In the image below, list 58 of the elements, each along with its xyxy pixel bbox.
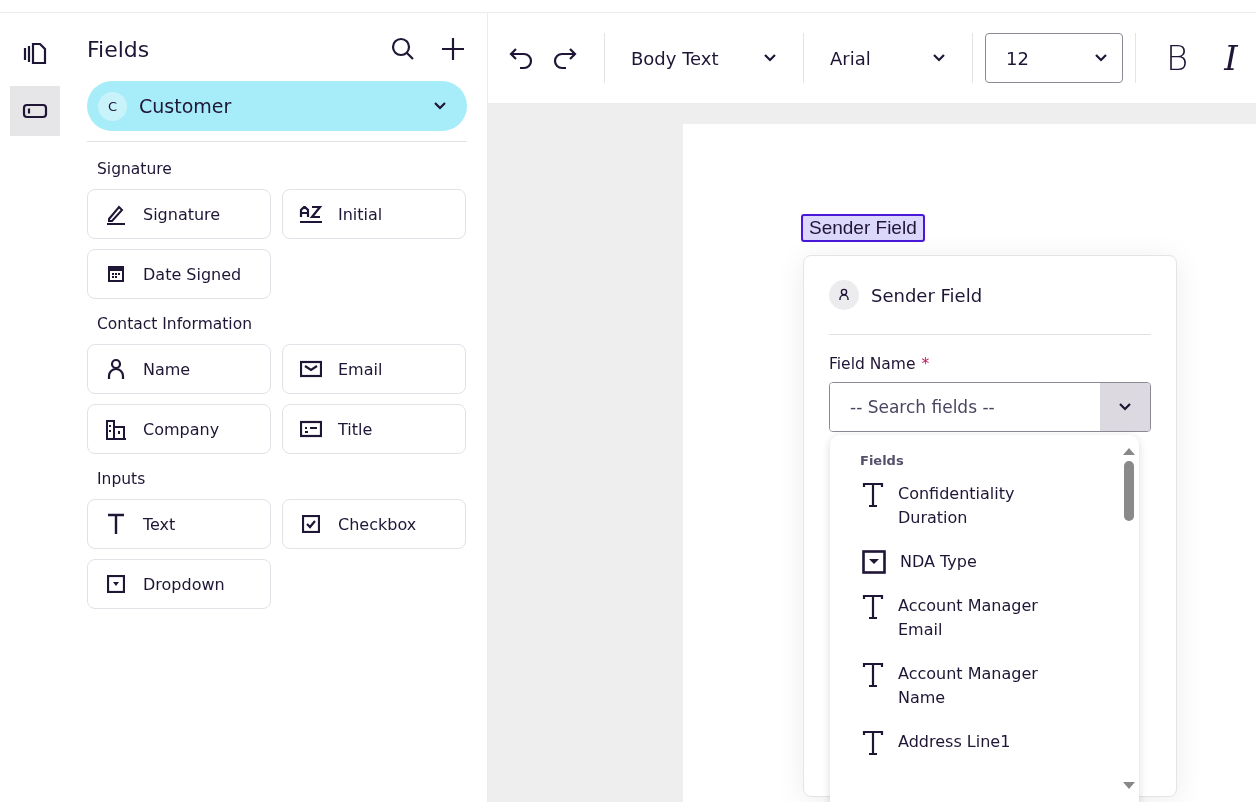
mail-icon	[299, 360, 322, 378]
dropdown-icon	[106, 575, 125, 593]
search-field[interactable]: -- Search fields --	[829, 382, 1151, 432]
field-item[interactable]: Checkbox	[282, 499, 466, 549]
field-item[interactable]: Dropdown	[87, 559, 271, 609]
font-select[interactable]: Arial	[816, 47, 960, 69]
section-title: Signature	[96, 160, 173, 178]
section-title: Inputs	[96, 470, 147, 488]
text-icon	[862, 730, 884, 756]
person-icon	[829, 280, 859, 310]
dropdown-icon	[862, 550, 886, 574]
italic-button[interactable]: I	[1206, 38, 1256, 78]
font-size-select[interactable]: 12	[985, 33, 1123, 83]
calendar-icon	[106, 265, 125, 283]
recipient-dropdown[interactable]: C Customer	[87, 81, 467, 131]
field-item[interactable]: Text	[87, 499, 271, 549]
popover-title: Sender Field	[871, 284, 983, 306]
list-option[interactable]: Confidentiality Duration	[830, 482, 1139, 530]
scroll-down-icon[interactable]	[1123, 782, 1135, 790]
id-card-icon	[299, 420, 322, 438]
required-mark: *	[921, 355, 930, 373]
text-icon	[862, 594, 884, 620]
text-icon	[862, 662, 884, 688]
field-item[interactable]: Initial	[282, 189, 466, 239]
field-item[interactable]: Name	[87, 344, 271, 394]
add-icon[interactable]	[439, 35, 467, 63]
az-icon	[298, 203, 323, 225]
section-title: Contact Information	[96, 315, 253, 333]
panel-title: Fields	[87, 36, 151, 62]
chevron-icon	[433, 101, 447, 111]
field-item[interactable]: Email	[282, 344, 466, 394]
sender-field-tag[interactable]: Sender Field	[801, 214, 925, 242]
field-item[interactable]: Date Signed	[87, 249, 271, 299]
recipient-avatar: C	[98, 91, 127, 121]
list-option[interactable]: Account Manager Name	[830, 662, 1139, 710]
style-select[interactable]: Body Text	[617, 47, 791, 69]
person-icon	[106, 358, 125, 380]
scrollbar-thumb[interactable]	[1124, 461, 1134, 521]
field-label: Field Name	[829, 355, 916, 373]
chevron-icon	[1094, 53, 1108, 63]
field-item[interactable]: Title	[282, 404, 466, 454]
chevron-icon	[932, 53, 946, 63]
text-icon	[105, 513, 126, 535]
building-icon	[104, 418, 127, 440]
list-heading: Fields	[859, 453, 905, 468]
list-option[interactable]: Address Line1	[830, 730, 1139, 756]
field-icon[interactable]	[10, 86, 60, 136]
field-item[interactable]: Company	[87, 404, 271, 454]
scroll-up-icon[interactable]	[1123, 447, 1135, 455]
text-icon	[862, 482, 884, 508]
field-item[interactable]: Signature	[87, 189, 271, 239]
bold-button[interactable]: B	[1148, 38, 1207, 78]
list-option[interactable]: Account Manager Email	[830, 594, 1139, 642]
pen-icon	[104, 203, 127, 225]
list-option[interactable]: NDA Type	[830, 550, 1139, 574]
chevron-icon[interactable]	[1118, 402, 1132, 412]
checkbox-icon	[301, 515, 320, 533]
chevron-icon	[763, 53, 777, 63]
